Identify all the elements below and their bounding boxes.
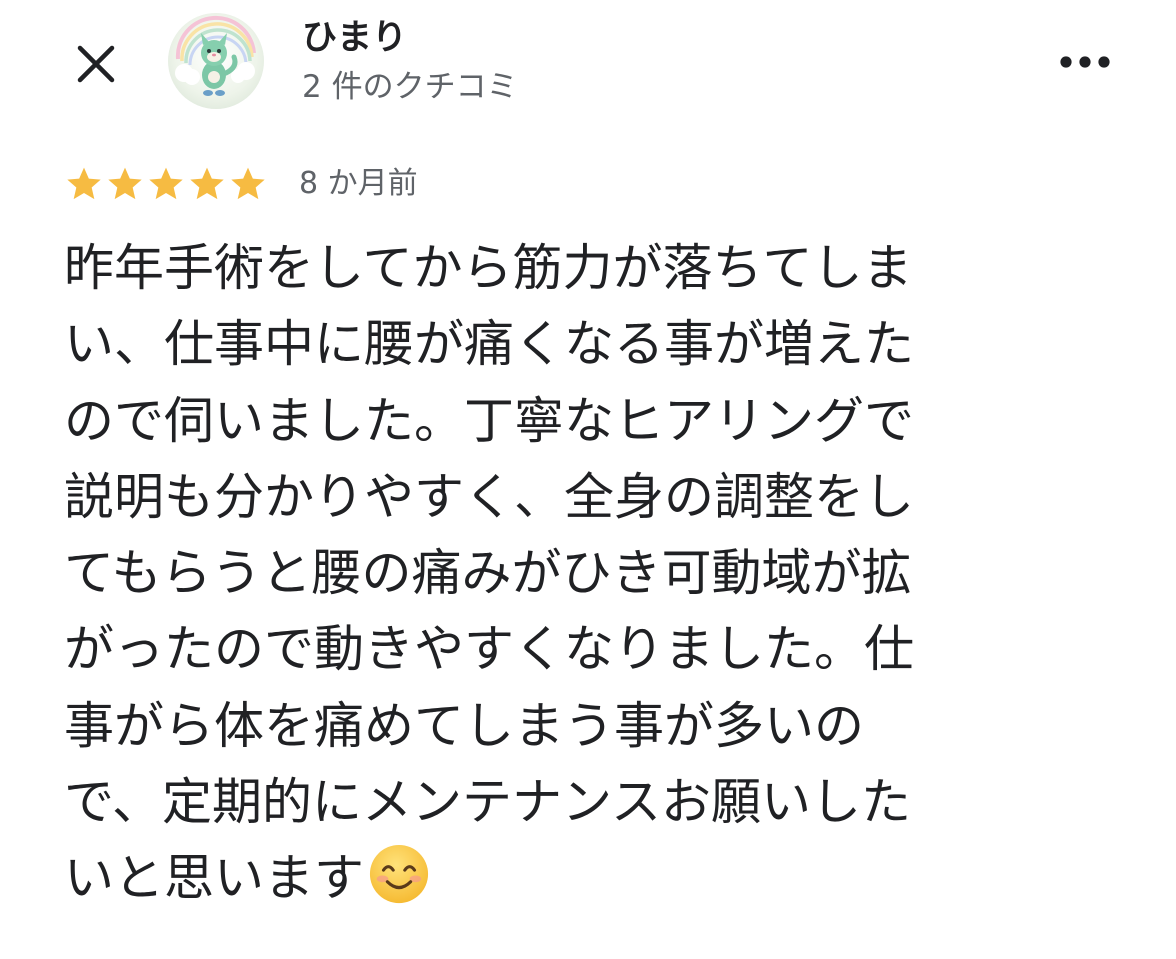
user-avatar-icon	[168, 13, 264, 109]
review-text-segment: がったので動きやすくなりました。仕	[64, 620, 914, 679]
review-text-segment: 事がら体を痛めてしまう事が多いの	[64, 696, 864, 755]
star-icon	[108, 167, 142, 200]
review-text-segment: いと思います	[64, 849, 364, 908]
reviewer-name[interactable]: ひまり	[302, 16, 407, 60]
review-text-segment: 説明も分かりやすく、全身の調整をし	[64, 467, 914, 526]
rating-row: 8 か月前	[64, 160, 418, 208]
review-text-line: 事がら体を痛めてしまう事が多いの	[64, 688, 1124, 764]
reviewer-review-count: 2 件のクチコミ	[302, 69, 518, 105]
more-horizontal-icon	[1060, 56, 1110, 68]
smiling-face-emoji-icon	[369, 845, 429, 904]
close-button[interactable]	[68, 36, 124, 92]
review-text-segment: ので伺いました。丁寧なヒアリングで	[64, 391, 914, 450]
star-rating	[64, 164, 269, 204]
star-icon	[149, 167, 183, 200]
star-icon	[231, 167, 265, 200]
review-date: 8 か月前	[299, 166, 418, 201]
review-text-line: い、仕事中に腰が痛くなる事が増えた	[64, 306, 1124, 382]
review-header: ひまり 2 件のクチコミ	[0, 0, 1176, 130]
review-text-line: 昨年手術をしてから筋力が落ちてしま	[64, 230, 1124, 306]
star-icon	[190, 167, 224, 200]
review-text-segment: い、仕事中に腰が痛くなる事が増えた	[64, 315, 914, 374]
review-text-line: ので伺いました。丁寧なヒアリングで	[64, 383, 1124, 459]
review-text-segment: で、定期的にメンテナンスお願いした	[64, 773, 911, 832]
close-icon	[77, 45, 115, 83]
review-text-line: で、定期的にメンテナンスお願いした	[64, 764, 1124, 840]
review-text-segment: てもらうと腰の痛みがひき可動域が拡	[64, 544, 912, 603]
review-text-segment: 昨年手術をしてから筋力が落ちてしま	[64, 239, 913, 297]
review-text-line: 説明も分かりやすく、全身の調整をし	[64, 459, 1124, 535]
star-icon	[67, 167, 101, 200]
review-text-line: いと思います	[64, 840, 1124, 916]
more-options-button[interactable]	[1050, 40, 1120, 84]
review-text-line: がったので動きやすくなりました。仕	[64, 611, 1124, 687]
review-text-line: てもらうと腰の痛みがひき可動域が拡	[64, 535, 1124, 611]
avatar[interactable]	[168, 13, 264, 109]
review-text: 昨年手術をしてから筋力が落ちてしま い、仕事中に腰が痛くなる事が増えた ので伺いまし…	[64, 230, 1124, 917]
